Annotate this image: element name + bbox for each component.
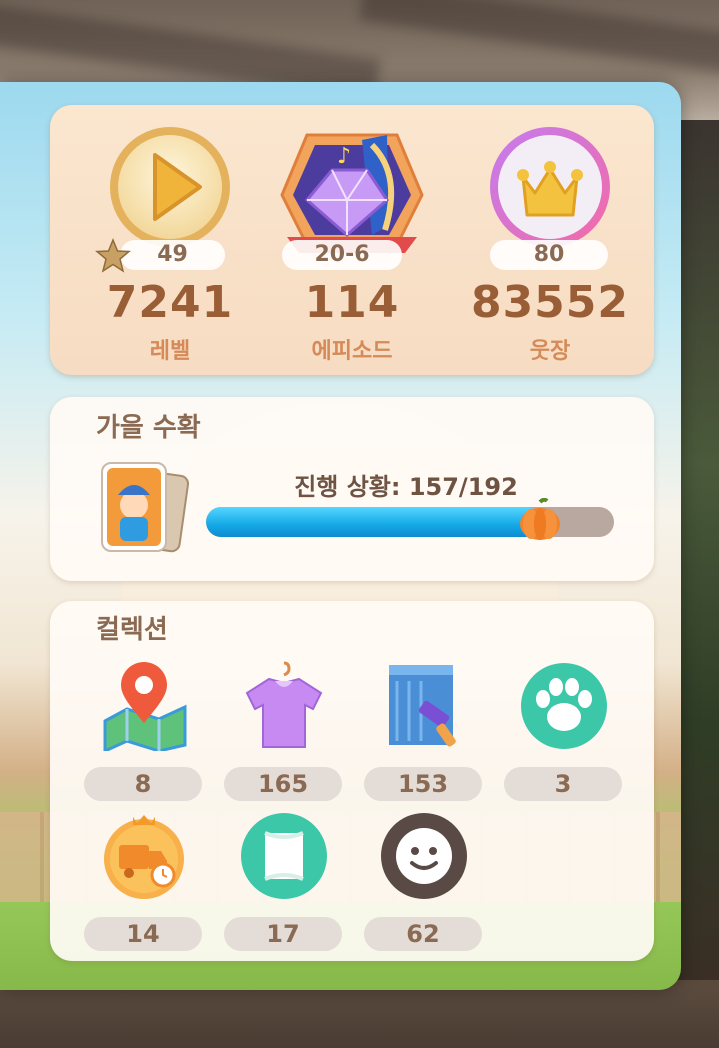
stat-outfit[interactable]: 80 83552 웃장 <box>460 125 640 375</box>
delivery-truck-icon <box>104 815 184 899</box>
event-progress-fill <box>206 507 540 537</box>
character-cards-icon <box>101 462 190 553</box>
gem-harp-icon: ♪ <box>277 125 427 255</box>
episode-badge: 20-6 <box>282 240 402 270</box>
smiley-face-icon <box>381 813 467 899</box>
collection-item-delivery[interactable]: 14 <box>84 811 202 961</box>
collection-count: 8 <box>84 767 202 801</box>
level-badge: 49 <box>120 240 225 270</box>
play-icon <box>105 125 235 255</box>
paw-icon <box>521 663 607 749</box>
star-icon <box>95 238 131 273</box>
outfit-label: 웃장 <box>529 339 571 364</box>
map-pin-icon <box>103 662 187 751</box>
level-label: 레벨 <box>149 339 191 364</box>
level-value: 7241 <box>106 277 234 328</box>
collection-count: 3 <box>504 767 622 801</box>
event-card[interactable]: 가을 수확 진행 상황: 157/192 <box>50 397 654 581</box>
stat-level[interactable]: 49 7241 레벨 <box>80 125 260 375</box>
collection-count: 165 <box>224 767 342 801</box>
collection-item-pets[interactable]: 3 <box>504 661 622 811</box>
collection-count: 62 <box>364 917 482 951</box>
collection-card: 컬렉션 8 165 153 3 14 17 62 <box>50 601 654 961</box>
event-title: 가을 수확 <box>96 413 201 443</box>
collection-item-map[interactable]: 8 <box>84 661 202 811</box>
paint-roller-icon <box>389 665 456 747</box>
event-progress-text: 진행 상황: 157/192 <box>294 473 518 501</box>
shirt-icon <box>245 661 323 748</box>
svg-text:♪: ♪ <box>337 144 351 169</box>
outfit-badge: 80 <box>490 240 608 270</box>
episode-label: 에피소드 <box>311 339 393 364</box>
stat-episode[interactable]: ♪ 20-6 114 에피소드 <box>262 125 442 375</box>
collection-count: 17 <box>224 917 342 951</box>
collection-item-wallpaper[interactable]: 153 <box>364 661 482 811</box>
collection-title: 컬렉션 <box>96 615 168 645</box>
crown-icon <box>485 125 615 255</box>
collection-item-frames[interactable]: 17 <box>224 811 342 961</box>
collection-count: 14 <box>84 917 202 951</box>
pumpkin-icon <box>519 498 560 540</box>
collection-item-faces[interactable]: 62 <box>364 811 482 961</box>
outfit-value: 83552 <box>470 277 630 328</box>
stats-card: 49 7241 레벨 ♪ 20-6 114 에피소드 80 83552 웃장 <box>50 105 654 375</box>
episode-value: 114 <box>304 277 400 328</box>
collection-item-clothes[interactable]: 165 <box>224 661 342 811</box>
frame-icon <box>241 813 327 899</box>
collection-count: 153 <box>364 767 482 801</box>
